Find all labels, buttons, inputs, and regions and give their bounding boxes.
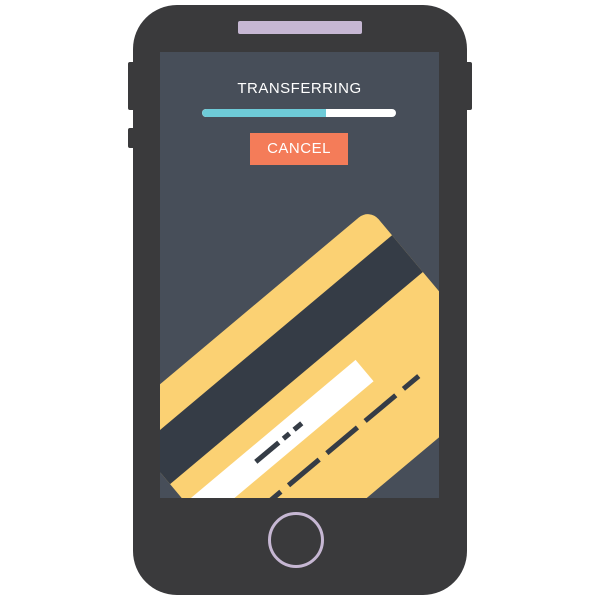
phone-screen: TRANSFERRING CANCEL — [160, 52, 439, 498]
speaker-grille — [238, 21, 362, 34]
credit-card-icon — [160, 214, 439, 498]
home-button-icon[interactable] — [268, 512, 324, 568]
